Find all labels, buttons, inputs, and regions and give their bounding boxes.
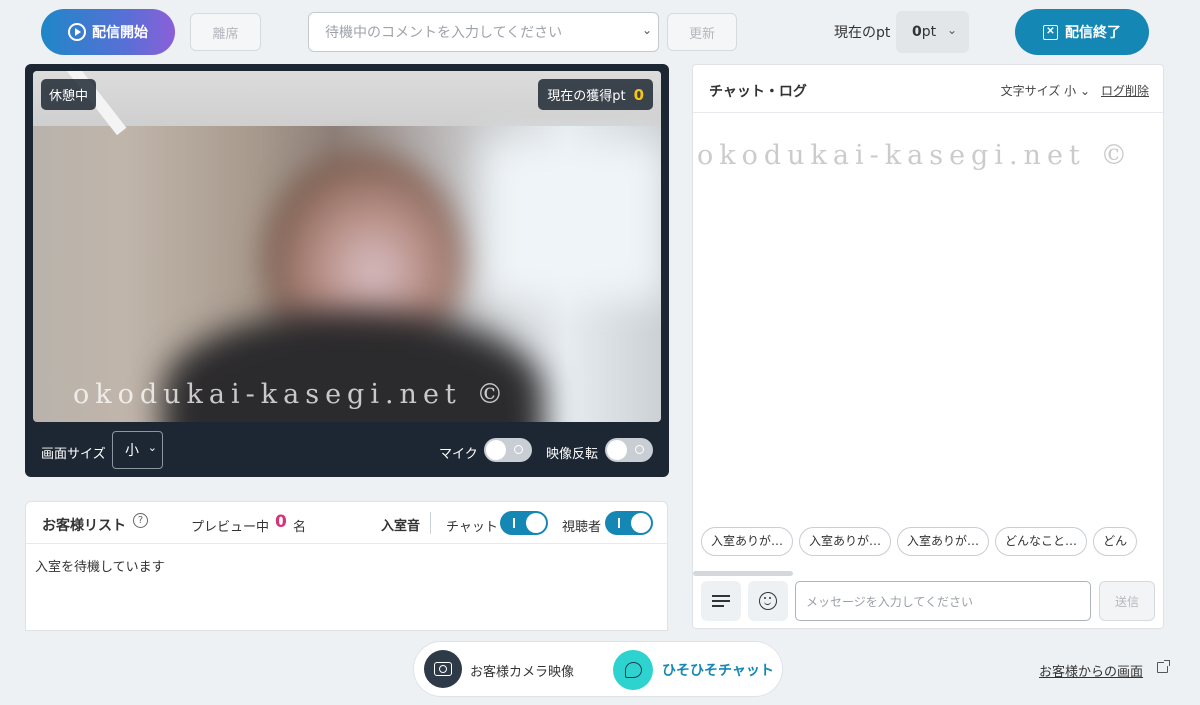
customer-camera-button[interactable]: [424, 650, 462, 688]
mirror-toggle[interactable]: [605, 438, 653, 462]
quick-reply-chip[interactable]: 入室ありが…: [799, 527, 892, 556]
preview-count: 0: [275, 512, 287, 532]
start-broadcast-label: 配信開始: [92, 24, 148, 40]
whisper-chat-button[interactable]: [613, 650, 653, 690]
current-pt-select[interactable]: 0 pt ⌄: [896, 11, 969, 53]
customer-list-empty-message: 入室を待機しています: [35, 560, 165, 575]
play-icon: [68, 23, 86, 41]
preview-unit: 名: [293, 520, 307, 535]
quick-reply-chip[interactable]: どん: [1093, 527, 1138, 556]
close-box-icon: ✕: [1043, 24, 1058, 40]
customer-list-panel: お客様リスト ? プレビュー中 0 名 入室音 チャット 視聴者 入室を待機して…: [25, 501, 668, 631]
toggle-off-mark: [635, 445, 644, 454]
entry-sound-label: 入室音: [381, 519, 421, 534]
camera-preview: 休憩中 現在の獲得pt 0 okodukai-kasegi.net ©: [33, 71, 661, 422]
screen-size-label: 画面サイズ: [41, 447, 106, 462]
toggle-knob: [607, 440, 627, 460]
screen-size-value: 小: [125, 443, 139, 459]
message-input[interactable]: メッセージを入力してください: [795, 581, 1091, 621]
horizontal-scrollbar[interactable]: [693, 571, 793, 576]
toggle-knob: [526, 513, 546, 533]
font-size-value: 文字サイズ 小: [1000, 84, 1077, 98]
send-button[interactable]: 送信: [1099, 581, 1155, 621]
whisper-chat-label[interactable]: ひそひそチャット: [662, 660, 774, 680]
menu-lines-icon: [712, 595, 730, 607]
camera-icon: [434, 662, 452, 676]
start-broadcast-button[interactable]: 配信開始: [41, 9, 175, 55]
watermark: okodukai-kasegi.net ©: [697, 140, 1134, 171]
waiting-comment-placeholder: 待機中のコメントを入力してください: [325, 25, 563, 41]
video-controls: 画面サイズ 小 ⌄ マイク 映像反転: [25, 429, 669, 469]
video-panel: 休憩中 現在の獲得pt 0 okodukai-kasegi.net © 画面サイ…: [25, 64, 669, 477]
divider: [430, 512, 431, 534]
toggle-knob: [631, 513, 651, 533]
leave-seat-button[interactable]: 離席: [190, 13, 261, 51]
screen-size-select[interactable]: 小 ⌄: [112, 431, 163, 469]
current-pt-label: 現在のpt: [834, 25, 891, 41]
mic-label: マイク: [439, 447, 478, 462]
customer-camera-label[interactable]: お客様カメラ映像: [470, 661, 574, 680]
log-delete-link[interactable]: ログ削除: [1101, 82, 1149, 99]
chevron-down-icon: ⌄: [147, 441, 157, 454]
quick-reply-chip[interactable]: 入室ありが…: [701, 527, 794, 556]
toggle-on-mark: [618, 518, 620, 528]
top-toolbar: 配信開始 離席 待機中のコメントを入力してください ⌄ 更新 現在のpt 0 pt…: [0, 0, 1200, 62]
earned-pt-label: 現在の獲得pt: [547, 89, 626, 104]
smile-icon: [759, 592, 777, 610]
end-broadcast-button[interactable]: ✕ 配信終了: [1015, 9, 1149, 55]
template-button[interactable]: [701, 581, 741, 621]
chat-log-panel: チャット・ログ 文字サイズ 小 ⌄ ログ削除 okodukai-kasegi.n…: [692, 64, 1164, 629]
message-placeholder: メッセージを入力してください: [806, 594, 974, 609]
quick-reply-chip[interactable]: どんなこと…: [995, 527, 1088, 556]
bottom-action-pill: お客様カメラ映像 ひそひそチャット: [413, 641, 783, 697]
refresh-button[interactable]: 更新: [667, 13, 737, 51]
viewer-sound-label: 視聴者: [562, 520, 602, 535]
chat-sound-label: チャット: [446, 520, 498, 535]
chevron-down-icon: ⌄: [641, 23, 652, 37]
watermark: okodukai-kasegi.net ©: [73, 379, 510, 410]
chat-bubble-icon: [624, 662, 642, 678]
chat-sound-toggle[interactable]: [500, 511, 548, 535]
earned-pt-badge: 現在の獲得pt 0: [538, 79, 653, 110]
emoji-button[interactable]: [748, 581, 788, 621]
toggle-off-mark: [514, 445, 523, 454]
quick-reply-row: 入室ありが… 入室ありが… 入室ありが… どんなこと… どん: [701, 527, 1163, 557]
toggle-knob: [486, 440, 506, 460]
chevron-down-icon: ⌄: [1079, 84, 1090, 98]
end-broadcast-label: 配信終了: [1065, 24, 1121, 40]
toggle-on-mark: [513, 518, 515, 528]
chat-log-header: チャット・ログ 文字サイズ 小 ⌄ ログ削除: [693, 65, 1163, 113]
viewer-sound-toggle[interactable]: [605, 511, 653, 535]
help-icon[interactable]: ?: [133, 513, 148, 528]
quick-reply-chip[interactable]: 入室ありが…: [897, 527, 990, 556]
customer-list-title: お客様リスト: [42, 518, 126, 534]
current-pt-unit: pt: [921, 24, 937, 40]
chevron-down-icon: ⌄: [946, 23, 957, 37]
font-size-select[interactable]: 文字サイズ 小 ⌄: [1001, 82, 1090, 99]
earned-pt-value: 0: [633, 85, 644, 104]
video-window: [483, 141, 661, 301]
current-pt-value: 0: [912, 24, 922, 40]
customer-list-header: お客様リスト ? プレビュー中 0 名 入室音 チャット 視聴者: [26, 502, 667, 544]
waiting-comment-select[interactable]: 待機中のコメントを入力してください ⌄: [308, 12, 659, 52]
chat-log-title: チャット・ログ: [709, 84, 807, 100]
status-badge: 休憩中: [41, 79, 97, 110]
mirror-label: 映像反転: [546, 447, 599, 462]
customer-screen-link[interactable]: お客様からの画面: [1039, 661, 1143, 680]
preview-label: プレビュー中: [191, 520, 270, 535]
external-link-icon: [1157, 660, 1170, 673]
mic-toggle[interactable]: [484, 438, 532, 462]
